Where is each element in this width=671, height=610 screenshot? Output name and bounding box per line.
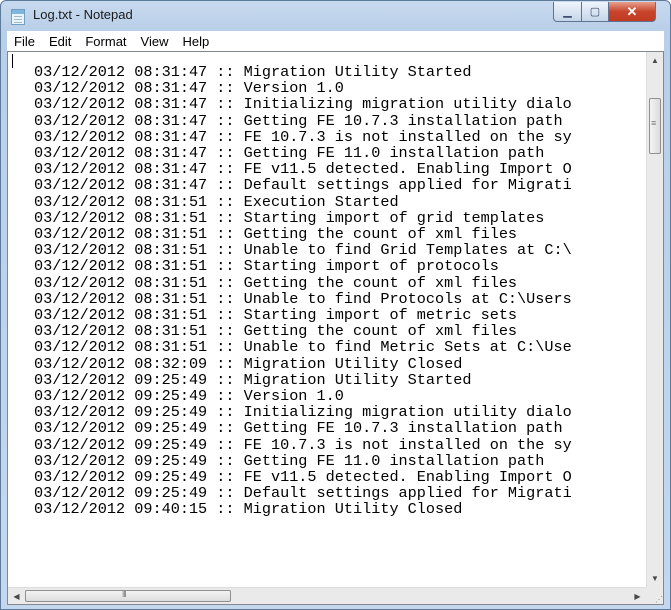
log-line: 03/12/2012 09:25:49 :: Initializing migr… [34, 403, 572, 422]
horizontal-scrollbar[interactable]: ◀ ▶ [8, 587, 646, 604]
vertical-scrollbar[interactable]: ▲ ▼ [646, 52, 663, 587]
log-line: 03/12/2012 08:31:47 :: Getting FE 10.7.3… [34, 111, 563, 130]
log-line: 03/12/2012 08:31:51 :: Unable to find Pr… [34, 289, 572, 308]
log-line: 03/12/2012 09:25:49 :: FE 10.7.3 is not … [34, 435, 572, 454]
scroll-up-arrow-icon: ▲ [651, 56, 659, 65]
scroll-down-arrow-icon: ▼ [651, 574, 659, 583]
log-line: 03/12/2012 08:31:51 :: Unable to find Me… [34, 338, 572, 357]
log-line: 03/12/2012 08:31:47 :: Version 1.0 [34, 79, 344, 98]
menu-edit[interactable]: Edit [42, 34, 78, 49]
scroll-left-arrow-icon: ◀ [13, 591, 20, 601]
log-line: 03/12/2012 08:31:51 :: Getting the count… [34, 225, 518, 244]
scroll-right-arrow-icon: ▶ [634, 591, 641, 601]
log-line: 03/12/2012 09:25:49 :: Getting FE 10.7.3… [34, 419, 563, 438]
scroll-left-button[interactable]: ◀ [8, 588, 25, 604]
log-line: 03/12/2012 08:31:47 :: FE v11.5 detected… [34, 160, 572, 179]
menu-help[interactable]: Help [175, 34, 216, 49]
log-line: 03/12/2012 08:31:47 :: FE 10.7.3 is not … [34, 127, 572, 146]
log-line: 03/12/2012 09:25:49 :: FE v11.5 detected… [34, 468, 572, 487]
log-line: 03/12/2012 09:25:49 :: Migration Utility… [34, 370, 472, 389]
log-line: 03/12/2012 09:25:49 :: Default settings … [34, 484, 572, 503]
scroll-down-button[interactable]: ▼ [647, 570, 663, 587]
notepad-window: Log.txt - Notepad ▁ ▢ ✕ File Edit Format… [0, 0, 671, 610]
log-line: 03/12/2012 09:25:49 :: Version 1.0 [34, 387, 344, 406]
minimize-button[interactable]: ▁ [553, 2, 582, 22]
vertical-scroll-thumb[interactable] [649, 98, 661, 154]
log-line: 03/12/2012 08:31:51 :: Getting the count… [34, 322, 518, 341]
menu-view[interactable]: View [134, 34, 176, 49]
menu-format[interactable]: Format [78, 34, 133, 49]
log-line: 03/12/2012 08:31:47 :: Getting FE 11.0 i… [34, 144, 545, 163]
title-bar[interactable]: Log.txt - Notepad ▁ ▢ ✕ [1, 1, 670, 31]
log-line: 03/12/2012 09:25:49 :: Getting FE 11.0 i… [34, 451, 545, 470]
resize-grip[interactable]: ⋰ [646, 587, 663, 604]
log-line: 03/12/2012 08:31:51 :: Starting import o… [34, 257, 499, 276]
scroll-up-button[interactable]: ▲ [647, 52, 663, 69]
log-line: 03/12/2012 08:31:51 :: Starting import o… [34, 208, 545, 227]
horizontal-scroll-thumb[interactable] [25, 590, 231, 602]
close-button[interactable]: ✕ [608, 2, 656, 22]
log-line: 03/12/2012 08:31:47 :: Default settings … [34, 176, 572, 195]
minimize-icon: ▁ [563, 6, 572, 18]
log-text: 03/12/2012 08:31:47 :: Migration Utility… [34, 64, 572, 518]
notepad-icon[interactable] [11, 9, 25, 25]
scroll-right-button[interactable]: ▶ [629, 588, 646, 604]
text-editor[interactable]: 03/12/2012 08:31:47 :: Migration Utility… [7, 51, 664, 605]
log-line: 03/12/2012 08:31:51 :: Getting the count… [34, 273, 518, 292]
close-icon: ✕ [626, 3, 638, 19]
window-title: Log.txt - Notepad [33, 7, 133, 22]
log-line: 03/12/2012 08:31:51 :: Execution Started [34, 192, 399, 211]
maximize-button[interactable]: ▢ [581, 2, 609, 22]
menu-file[interactable]: File [7, 34, 42, 49]
log-line: 03/12/2012 08:31:51 :: Unable to find Gr… [34, 241, 572, 260]
maximize-icon: ▢ [589, 6, 601, 18]
resize-grip-icon: ⋰ [655, 595, 663, 604]
log-line: 03/12/2012 08:31:51 :: Starting import o… [34, 306, 518, 325]
text-cursor [12, 54, 13, 68]
text-area[interactable]: 03/12/2012 08:31:47 :: Migration Utility… [8, 52, 646, 587]
log-line: 03/12/2012 08:31:47 :: Initializing migr… [34, 95, 572, 114]
log-line: 03/12/2012 09:40:15 :: Migration Utility… [34, 500, 463, 519]
log-line: 03/12/2012 08:31:47 :: Migration Utility… [34, 63, 472, 81]
log-line: 03/12/2012 08:32:09 :: Migration Utility… [34, 354, 463, 373]
menu-bar: File Edit Format View Help [7, 31, 664, 51]
